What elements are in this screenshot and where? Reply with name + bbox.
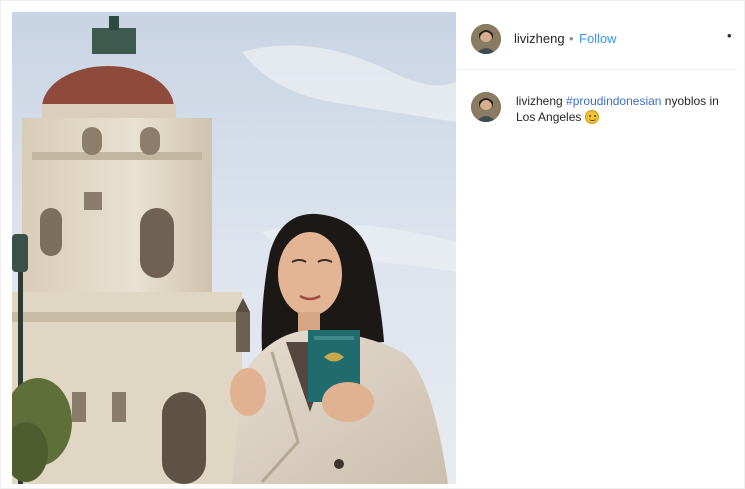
- more-options-icon[interactable]: •: [727, 28, 732, 43]
- avatar-image: [471, 92, 501, 122]
- caption-hashtag-link[interactable]: #proudindonesian: [566, 94, 661, 108]
- avatar-image: [471, 24, 501, 54]
- post-header: livizheng • Follow •: [457, 12, 737, 70]
- grinning-face-icon: [584, 110, 599, 124]
- caption-username-link[interactable]: livizheng: [516, 94, 563, 108]
- header-separator: •: [569, 31, 574, 46]
- post-side-panel: livizheng • Follow • livizheng #proudind…: [457, 12, 741, 484]
- follow-button[interactable]: Follow: [579, 31, 617, 46]
- header-username-link[interactable]: livizheng: [514, 31, 565, 46]
- post-photo[interactable]: [12, 12, 456, 484]
- caption-text: livizheng #proudindonesian nyoblos in Lo…: [516, 93, 731, 125]
- caption-avatar[interactable]: [471, 92, 501, 122]
- profile-avatar[interactable]: [471, 24, 501, 54]
- instagram-post-embed: livizheng • Follow • livizheng #proudind…: [0, 0, 745, 489]
- post-photo-illustration: [12, 12, 456, 484]
